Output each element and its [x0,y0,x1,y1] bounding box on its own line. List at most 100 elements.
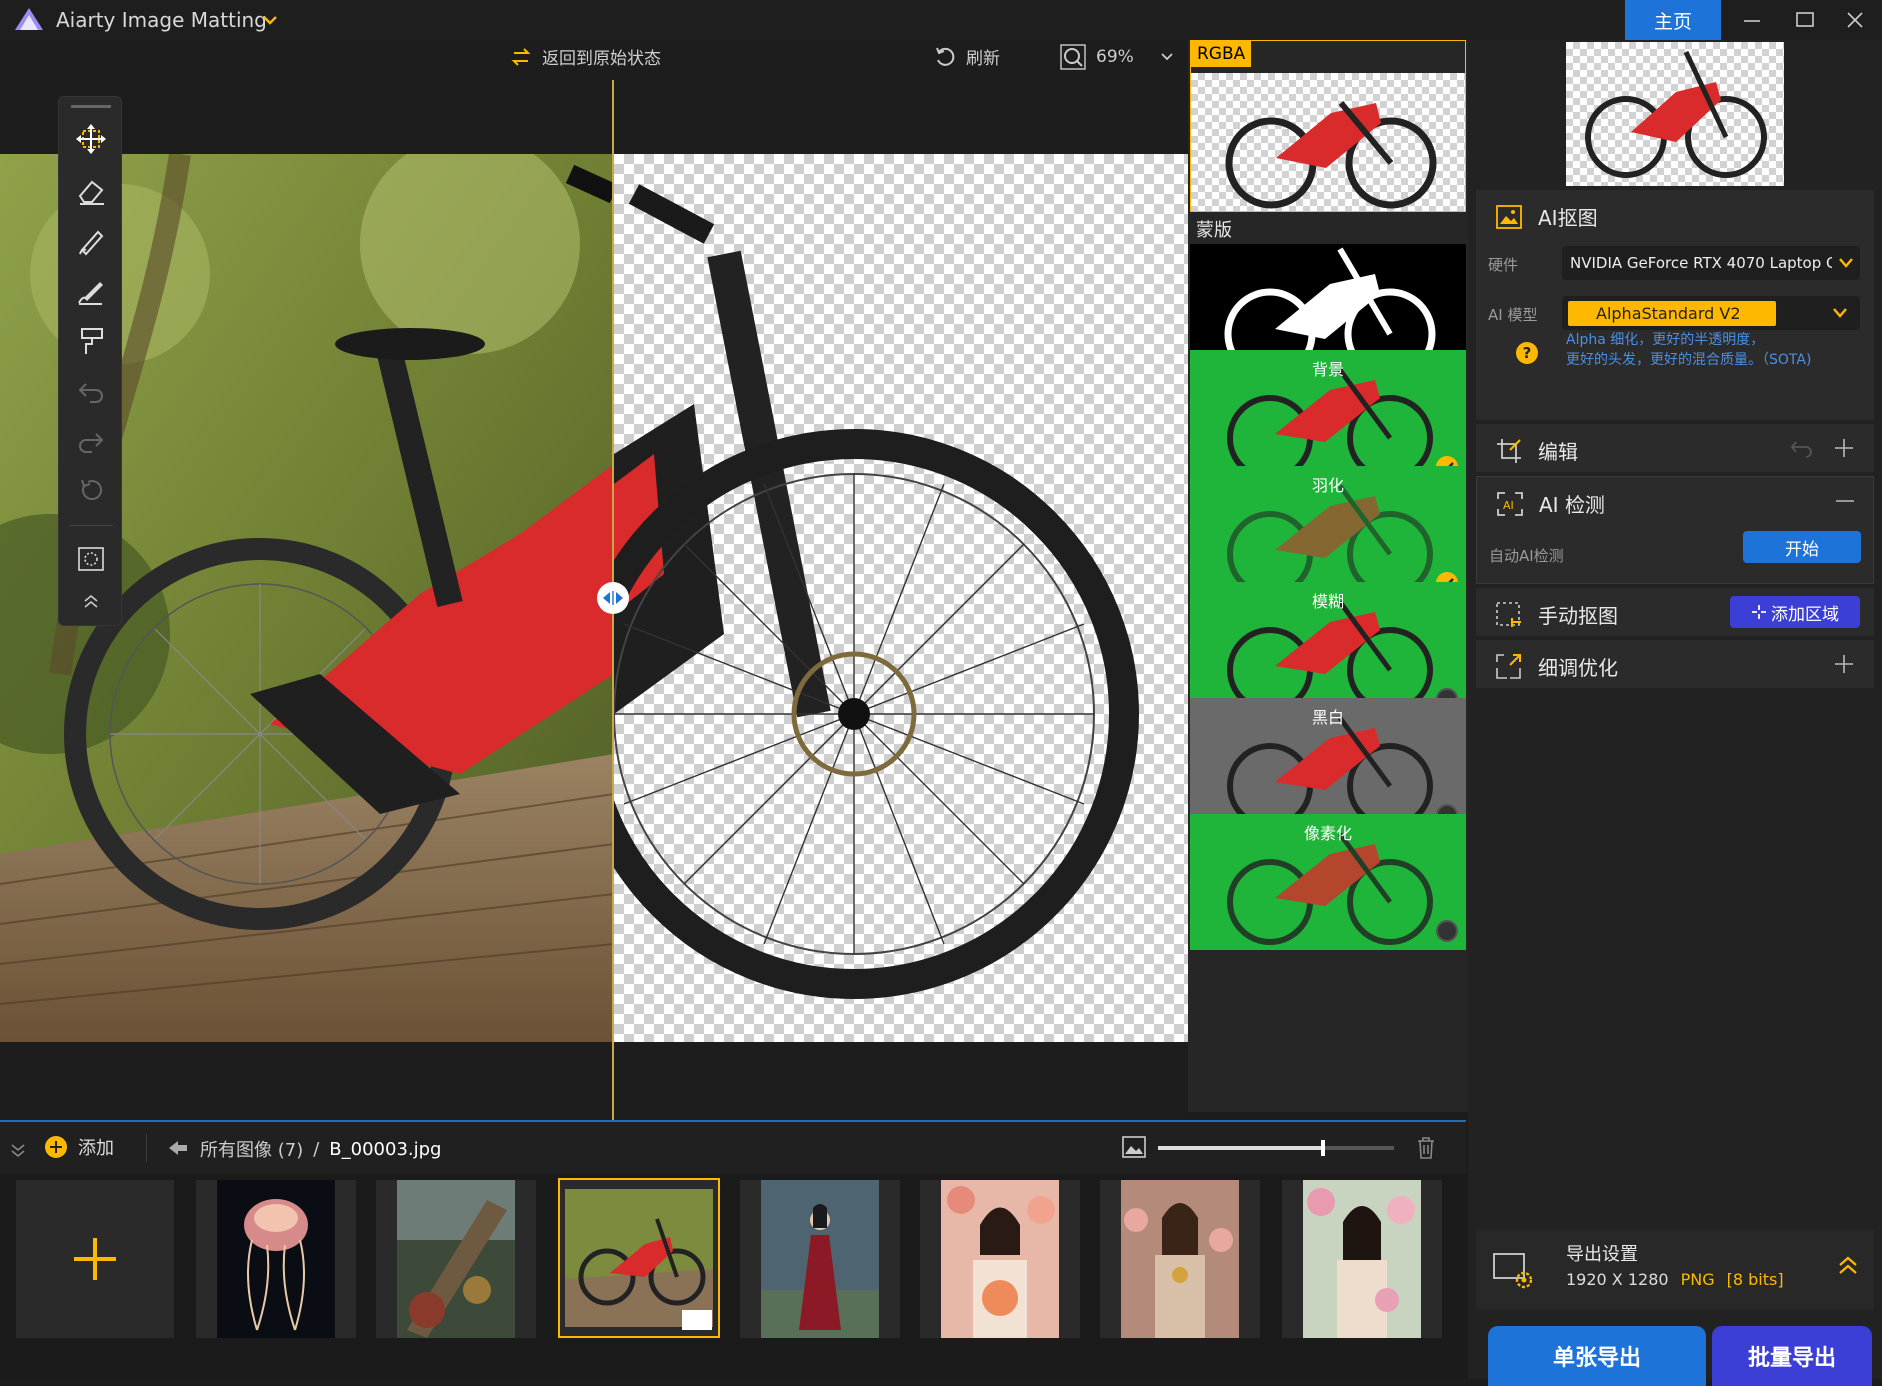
redo-button[interactable] [67,419,115,463]
thumbnail-forest-log[interactable] [376,1180,536,1338]
zoom-control[interactable]: 69% [1060,44,1174,70]
swap-icon [511,47,531,66]
brush-icon [79,230,104,256]
ai-detect-icon: AI [1497,491,1523,516]
single-export-button[interactable]: 单张导出 [1488,1326,1706,1386]
slider-knob[interactable] [1321,1140,1326,1156]
matted-photo[interactable] [614,154,1188,1042]
thumbnail-size-slider[interactable] [1158,1140,1394,1156]
ai-matting-section: AI抠图 硬件 NVIDIA GeForce RTX 4070 Laptop G… [1476,190,1874,420]
thumbnail-floral-dress-woman[interactable] [1100,1180,1260,1338]
delete-icon[interactable] [1416,1136,1436,1160]
effect-label: 黑白 [1311,708,1344,727]
start-detect-button[interactable]: 开始 [1743,531,1861,563]
model-select[interactable]: AlphaStandard V2 [1562,296,1860,330]
model-description-line1: Alpha 细化，更好的半透明度， [1566,332,1765,348]
add-thumbnail-button[interactable] [16,1180,174,1338]
collapse-toolbar-button[interactable] [67,583,115,619]
edit-undo-icon[interactable] [1790,438,1814,458]
ai-matting-header[interactable]: AI抠图 [1496,202,1598,231]
slider-fill [1158,1146,1324,1150]
maximize-button[interactable] [1778,0,1832,40]
toolbar-separator [146,1134,147,1162]
breadcrumb-separator: / [313,1138,320,1160]
restore-brush-button[interactable] [67,269,115,313]
edit-section[interactable]: 编辑 [1476,424,1874,472]
manual-matting-section: 手动抠图 添加区域 [1476,588,1874,636]
brush-tool-button[interactable] [67,219,115,263]
minimize-icon [1744,20,1760,22]
thumbnail-image [397,1180,515,1338]
thumbnail-image [941,1180,1059,1338]
breadcrumb-current-file: B_00003.jpg [329,1138,442,1160]
thumbnail-jellyfish[interactable] [196,1180,356,1338]
edit-add-icon[interactable] [1834,438,1854,458]
split-handle[interactable] [597,582,629,614]
manual-matting-header[interactable]: 手动抠图 [1496,600,1618,629]
rgba-preview[interactable]: RGBA [1190,40,1466,212]
thumbnail-flower-woman[interactable] [920,1180,1080,1338]
home-button[interactable]: 主页 [1625,0,1721,40]
help-icon[interactable]: ? [1516,342,1538,364]
thumbnail-image [1303,1180,1421,1338]
add-area-label: 添加区域 [1771,604,1839,625]
breadcrumb-all-images[interactable]: 所有图像 (7) [200,1136,303,1162]
select-region-button[interactable] [67,537,115,581]
add-images-button[interactable]: 添加 [44,1134,114,1160]
eraser-tool-button[interactable] [67,169,115,213]
drag-handle[interactable] [71,105,111,108]
undo-button[interactable] [67,369,115,413]
export-settings-title: 导出设置 [1566,1244,1638,1265]
close-icon [1847,12,1863,28]
refine-title: 细调优化 [1538,656,1618,680]
refresh-icon [936,47,955,66]
batch-export-button[interactable]: 批量导出 [1712,1326,1872,1386]
thumbnail-red-dress-woman[interactable] [740,1180,900,1338]
reset-icon [81,479,102,500]
collapse-filmstrip-icon[interactable] [10,1142,26,1158]
ai-detect-collapse-icon[interactable] [1835,499,1855,503]
reset-tool-button[interactable] [67,469,115,513]
reset-button[interactable]: 返回到原始状态 [510,44,661,69]
export-bits: [8 bits] [1726,1270,1784,1289]
hardware-chevron-icon [1839,258,1853,268]
right-panel: AI抠图 硬件 NVIDIA GeForce RTX 4070 Laptop G… [1468,40,1882,1379]
refresh-button[interactable]: 刷新 [934,44,1000,69]
svg-text:AI: AI [1503,499,1514,512]
minimize-button[interactable] [1725,0,1779,40]
effect-check-icon[interactable] [1436,920,1458,942]
thumbnail-bicycle-selected[interactable] [558,1178,720,1338]
close-button[interactable] [1828,0,1882,40]
ai-matting-icon [1496,204,1522,229]
hardware-select[interactable]: NVIDIA GeForce RTX 4070 Laptop GPU [1562,246,1860,280]
ai-detect-header[interactable]: AI AI 检测 [1497,489,1605,518]
auto-detect-label: 自动AI检测 [1489,547,1564,565]
refresh-label: 刷新 [966,49,1000,69]
model-description: Alpha 细化，更好的半透明度， 更好的头发，更好的混合质量。（SOTA) [1566,330,1811,370]
effect-thumbnail[interactable]: 像素化 [1190,814,1466,950]
mask-label: 蒙版 [1196,220,1232,241]
thumbnail-image [761,1180,879,1338]
add-area-button[interactable]: 添加区域 [1730,596,1860,628]
app-menu-chevron-icon[interactable] [262,12,278,28]
paint-roller-button[interactable] [67,319,115,363]
thumbnail-rose-woman[interactable] [1282,1180,1442,1338]
move-tool-button[interactable] [67,117,115,161]
export-expand-icon[interactable] [1838,1254,1858,1278]
thumbnail-image [565,1189,713,1327]
preview-strip: RGBA 蒙版 效果 背景羽化模糊黑白像素化 [1188,40,1468,1112]
refine-section[interactable]: 细调优化 [1476,640,1874,688]
output-preview [1566,42,1784,186]
edit-title: 编辑 [1538,440,1578,464]
export-settings[interactable]: 导出设置 1920 X 1280 PNG [8 bits] [1476,1230,1874,1310]
crop-icon [1497,438,1521,463]
maximize-icon [1796,12,1814,27]
effect-label: 模糊 [1311,592,1344,611]
effect-label: 背景 [1311,360,1344,379]
back-arrow-icon[interactable] [168,1140,188,1156]
model-label: AI 模型 [1488,306,1538,324]
thumbnail-image [217,1180,335,1338]
eraser-icon [78,180,104,205]
refine-add-icon[interactable] [1834,654,1854,674]
export-settings-icon [1493,1253,1533,1289]
